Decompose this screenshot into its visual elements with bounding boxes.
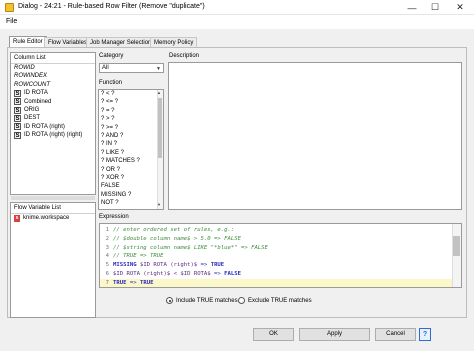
list-item[interactable]: ? >= ? bbox=[99, 124, 163, 132]
maximize-icon[interactable]: ☐ bbox=[423, 0, 447, 15]
list-item[interactable]: ? LIKE ? bbox=[99, 149, 163, 157]
list-item[interactable]: NOT ? bbox=[99, 199, 163, 207]
code-line: 3// $string column name$ LIKE "*blue*" =… bbox=[105, 244, 268, 251]
tab-job-manager-selection[interactable]: Job Manager Selection bbox=[86, 37, 156, 47]
tab-memory-policy[interactable]: Memory Policy bbox=[150, 37, 198, 47]
list-item[interactable]: ? MATCHES ? bbox=[99, 157, 163, 165]
menu-bar bbox=[0, 15, 474, 29]
flow-variable-list: Flow Variable List s knime.workspace bbox=[10, 202, 96, 318]
list-item[interactable]: ROWCOUNT bbox=[11, 81, 95, 89]
list-item[interactable]: S DEST bbox=[11, 114, 95, 123]
expression-label: Expression bbox=[99, 214, 129, 220]
radio-selected-icon bbox=[166, 297, 173, 304]
tab-rule-editor[interactable]: Rule Editor bbox=[9, 36, 47, 47]
description-label: Description bbox=[169, 53, 200, 59]
list-item[interactable]: ? XOR ? bbox=[99, 174, 163, 182]
list-item[interactable]: ? = ? bbox=[99, 107, 163, 115]
string-type-icon: S bbox=[14, 89, 21, 97]
exclude-true-matches-radio[interactable]: Exclude TRUE matches bbox=[238, 297, 312, 304]
list-item[interactable]: MISSING ? bbox=[99, 191, 163, 199]
chevron-down-icon[interactable]: ▼ bbox=[156, 66, 161, 72]
window-title: Dialog - 24:21 - Rule-based Row Filter (… bbox=[18, 3, 205, 10]
function-label: Function bbox=[99, 80, 123, 86]
column-list: Column List ROWID ROWINDEX ROWCOUNT S ID … bbox=[10, 52, 96, 195]
app-icon bbox=[5, 3, 14, 12]
tab-flow-variables[interactable]: Flow Variables bbox=[44, 37, 91, 47]
list-item[interactable]: S ID ROTA (right) bbox=[11, 123, 95, 131]
chevron-up-icon[interactable]: ▲ bbox=[157, 90, 161, 95]
radio-unselected-icon bbox=[238, 297, 245, 304]
string-type-icon: S bbox=[14, 106, 21, 114]
list-item[interactable]: ? < ? bbox=[99, 90, 163, 98]
list-item[interactable]: ? > ? bbox=[99, 115, 163, 123]
list-item[interactable]: ? AND ? bbox=[99, 132, 163, 140]
function-list: ? < ? ? <= ? ? = ? ? > ? ? >= ? ? AND ? … bbox=[98, 89, 164, 210]
list-item[interactable]: S Combined bbox=[11, 98, 95, 106]
string-type-icon: S bbox=[14, 131, 21, 139]
list-item[interactable]: ROWID bbox=[11, 64, 95, 72]
expression-scrollbar-thumb[interactable] bbox=[453, 236, 460, 256]
list-item[interactable]: ? OR ? bbox=[99, 166, 163, 174]
apply-button[interactable]: Apply bbox=[299, 328, 370, 341]
code-line-current: 7 TRUE => TRUE bbox=[100, 278, 461, 287]
flow-variable-list-title: Flow Variable List bbox=[11, 203, 95, 214]
function-scrollbar-thumb[interactable] bbox=[158, 98, 162, 158]
include-true-matches-radio[interactable]: Include TRUE matches bbox=[166, 297, 238, 304]
category-label: Category bbox=[99, 53, 124, 59]
list-item[interactable]: FALSE bbox=[99, 182, 163, 190]
string-type-icon: S bbox=[14, 115, 21, 123]
category-select[interactable]: All bbox=[99, 63, 164, 73]
chevron-down-icon[interactable]: ▼ bbox=[157, 202, 161, 207]
flow-variable-icon: s bbox=[14, 214, 20, 222]
code-line: 4// TRUE => TRUE bbox=[105, 253, 164, 260]
code-line: 5 MISSING $ID ROTA (right)$ => TRUE bbox=[105, 262, 225, 269]
menu-file[interactable]: File bbox=[6, 18, 17, 25]
list-item[interactable]: ROWINDEX bbox=[11, 72, 95, 80]
string-type-icon: S bbox=[14, 98, 21, 106]
list-item[interactable]: ? <= ? bbox=[99, 98, 163, 106]
code-line: 6 $ID ROTA (right)$ < $ID ROTA$ => FALSE bbox=[105, 271, 242, 277]
help-icon[interactable]: ? bbox=[419, 328, 431, 341]
ok-button[interactable]: OK bbox=[253, 328, 294, 341]
column-list-title: Column List bbox=[11, 53, 95, 64]
code-line: 2// $double column name$ > 5.0 => FALSE bbox=[105, 235, 241, 242]
list-item[interactable]: S ID ROTA bbox=[11, 89, 95, 97]
minimize-icon[interactable]: — bbox=[400, 0, 424, 15]
list-item[interactable]: S ID ROTA (right) (right) bbox=[11, 131, 95, 139]
expression-editor[interactable]: 1// enter ordered set of rules, e.g.: 2/… bbox=[99, 223, 462, 288]
code-line: 1// enter ordered set of rules, e.g.: bbox=[105, 227, 235, 233]
description-panel bbox=[168, 62, 462, 210]
list-item[interactable]: S ORIG bbox=[11, 106, 95, 114]
cancel-button[interactable]: Cancel bbox=[375, 328, 416, 341]
close-icon[interactable]: ✕ bbox=[448, 0, 472, 15]
list-item[interactable]: ? IN ? bbox=[99, 140, 163, 148]
string-type-icon: S bbox=[14, 123, 21, 131]
list-item[interactable]: s knime.workspace bbox=[11, 214, 95, 222]
split-divider[interactable] bbox=[11, 196, 95, 200]
